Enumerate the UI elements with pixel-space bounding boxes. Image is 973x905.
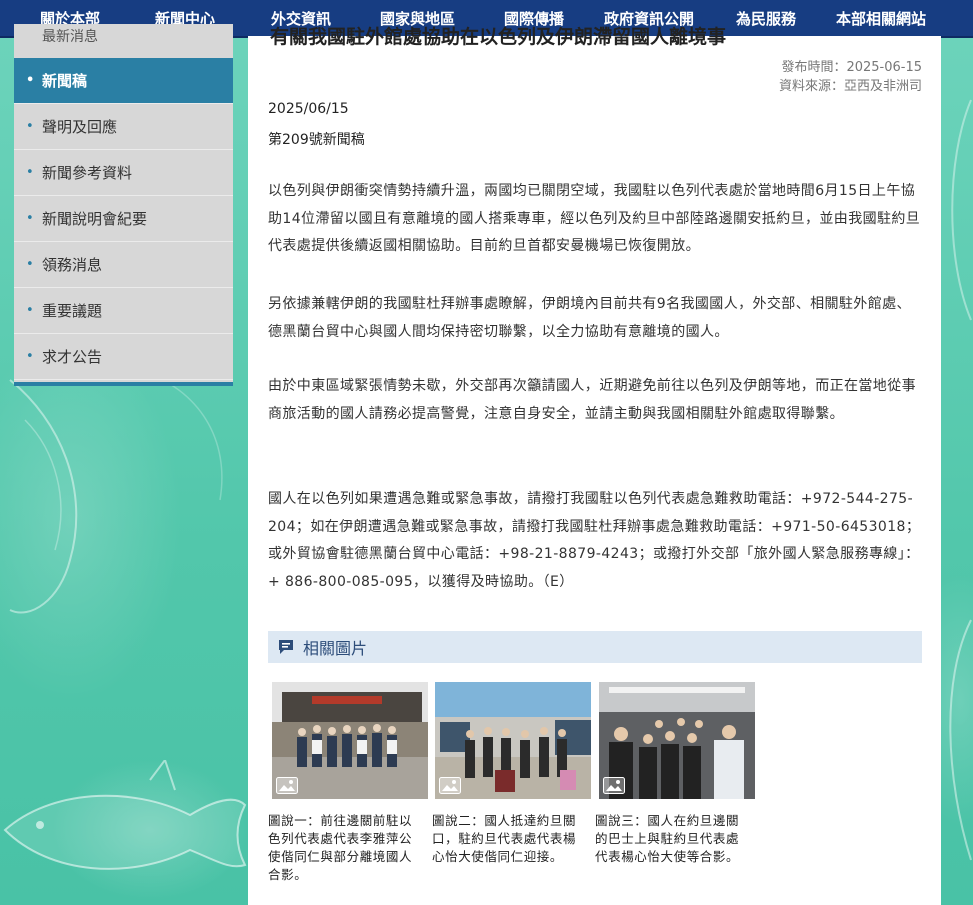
press-release-number: 第209號新聞稿 (268, 132, 365, 148)
photo-caption-1: 圖說一：前往邊關前駐以色列代表處代表李雅萍公使偕同仁與部分離境國人合影。 (268, 813, 413, 882)
article-date: 2025/06/15 (268, 101, 349, 117)
sidebar-item-label: 新聞參考資料 (42, 164, 133, 182)
sidebar-item-label: 重要議題 (42, 302, 103, 320)
bullet-icon: • (26, 119, 34, 134)
source-info: 資料來源：亞西及非洲司 (778, 79, 922, 94)
sidebar-item-label: 新聞稿 (42, 72, 88, 90)
photo-thumbnail-3[interactable] (599, 682, 755, 799)
bullet-icon: • (26, 303, 34, 318)
bullet-icon: • (26, 349, 34, 364)
image-icon (276, 777, 298, 794)
sidebar-item-job-openings[interactable]: • 求才公告 (14, 334, 233, 380)
sidebar-item-news-references[interactable]: • 新聞參考資料 (14, 150, 233, 196)
bullet-icon: • (26, 257, 34, 272)
sidebar-item-briefing-minutes[interactable]: • 新聞說明會紀要 (14, 196, 233, 242)
article-title: 有關我國駐外館處協助在以色列及伊朗滯留國人離境事 (270, 26, 727, 48)
sidebar-item-consular-news[interactable]: • 領務消息 (14, 242, 233, 288)
bullet-icon: • (26, 165, 34, 180)
article-panel: 有關我國駐外館處協助在以色列及伊朗滯留國人離境事 發布時間：2025-06-15… (248, 26, 941, 905)
image-icon (439, 777, 461, 794)
photo-caption-3: 圖說三：國人在約旦邊關的巴士上與駐約旦代表處代表楊心怡大使等合影。 (595, 813, 740, 864)
sidebar-item-label: 新聞說明會紀要 (42, 210, 148, 228)
sidebar-item-statements[interactable]: • 聲明及回應 (14, 104, 233, 150)
sidebar-item-latest-news[interactable]: 最新消息 (14, 24, 233, 58)
comment-icon (279, 640, 293, 654)
sidebar-item-label: 聲明及回應 (42, 118, 118, 136)
sidebar-item-label: 求才公告 (42, 348, 103, 366)
published-time: 發布時間：2025-06-15 (781, 60, 922, 75)
bullet-icon: • (26, 211, 34, 226)
article-paragraph: 另依據兼轄伊朗的我國駐杜拜辦事處瞭解，伊朗境內目前共有9名我國國人，外交部、相關… (268, 296, 911, 340)
image-icon (603, 777, 625, 794)
sidebar-item-press-releases[interactable]: • 新聞稿 (14, 58, 233, 104)
related-photos-label: 相關圖片 (303, 639, 368, 658)
article-paragraph: 由於中東區域緊張情勢未歇，外交部再次籲請國人，近期避免前往以色列及伊朗等地，而正… (268, 378, 916, 422)
article-paragraph: 以色列與伊朗衝突情勢持續升溫，兩國均已關閉空域，我國駐以色列代表處於當地時間6月… (268, 183, 921, 254)
sidebar-item-label: 領務消息 (42, 256, 103, 274)
sidebar-item-key-issues[interactable]: • 重要議題 (14, 288, 233, 334)
photo-caption-2: 圖說二：國人抵達約旦關口，駐約旦代表處代表楊心怡大使偕同仁迎接。 (432, 813, 577, 864)
photo-thumbnail-2[interactable] (435, 682, 591, 799)
photo-thumbnail-1[interactable] (272, 682, 428, 799)
article-paragraph: 國人在以色列如果遭遇急難或緊急事故，請撥打我國駐以色列代表處急難救助電話：+97… (268, 491, 921, 590)
bullet-icon: • (26, 73, 35, 88)
sidebar-menu: 最新消息 • 新聞稿 • 聲明及回應 • 新聞參考資料 • 新聞說明會紀要 • … (14, 24, 233, 386)
related-photos-header: 相關圖片 (268, 631, 922, 663)
